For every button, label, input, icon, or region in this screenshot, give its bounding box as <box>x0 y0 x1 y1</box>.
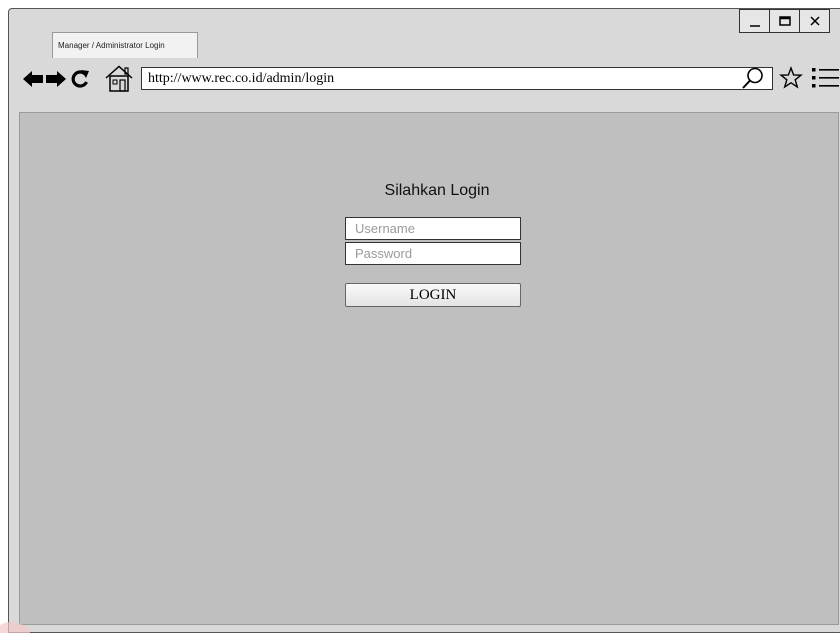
watermark-fragment <box>0 622 30 633</box>
minimize-icon <box>749 25 760 27</box>
login-button[interactable]: LOGIN <box>345 283 521 307</box>
browser-tab[interactable]: Manager / Administrator Login <box>52 32 198 58</box>
back-arrow-icon[interactable] <box>23 71 43 87</box>
navigation-bar: http://www.rec.co.id/admin/login <box>9 61 840 95</box>
login-button-label: LOGIN <box>409 287 457 303</box>
close-button[interactable] <box>799 9 830 33</box>
reload-icon[interactable] <box>70 69 90 89</box>
address-bar[interactable]: http://www.rec.co.id/admin/login <box>141 67 773 90</box>
maximize-button[interactable] <box>769 9 800 33</box>
browser-window: Manager / Administrator Login http://www… <box>8 8 840 633</box>
search-icon[interactable] <box>741 66 765 90</box>
tab-title: Manager / Administrator Login <box>58 41 165 50</box>
forward-arrow-icon[interactable] <box>46 71 66 87</box>
username-placeholder: Username <box>355 221 415 236</box>
page-content: Silahkan Login Username Password LOGIN <box>19 112 839 625</box>
username-input[interactable]: Username <box>345 217 521 240</box>
window-controls <box>739 9 830 33</box>
menu-icon[interactable] <box>811 66 839 90</box>
maximize-icon <box>778 16 791 26</box>
minimize-button[interactable] <box>739 9 770 33</box>
close-icon <box>809 16 820 26</box>
address-url: http://www.rec.co.id/admin/login <box>148 71 335 86</box>
star-icon[interactable] <box>779 66 803 90</box>
login-title: Silahkan Login <box>384 182 490 199</box>
password-placeholder: Password <box>355 246 413 261</box>
password-input[interactable]: Password <box>345 242 521 265</box>
home-icon[interactable] <box>105 65 133 92</box>
